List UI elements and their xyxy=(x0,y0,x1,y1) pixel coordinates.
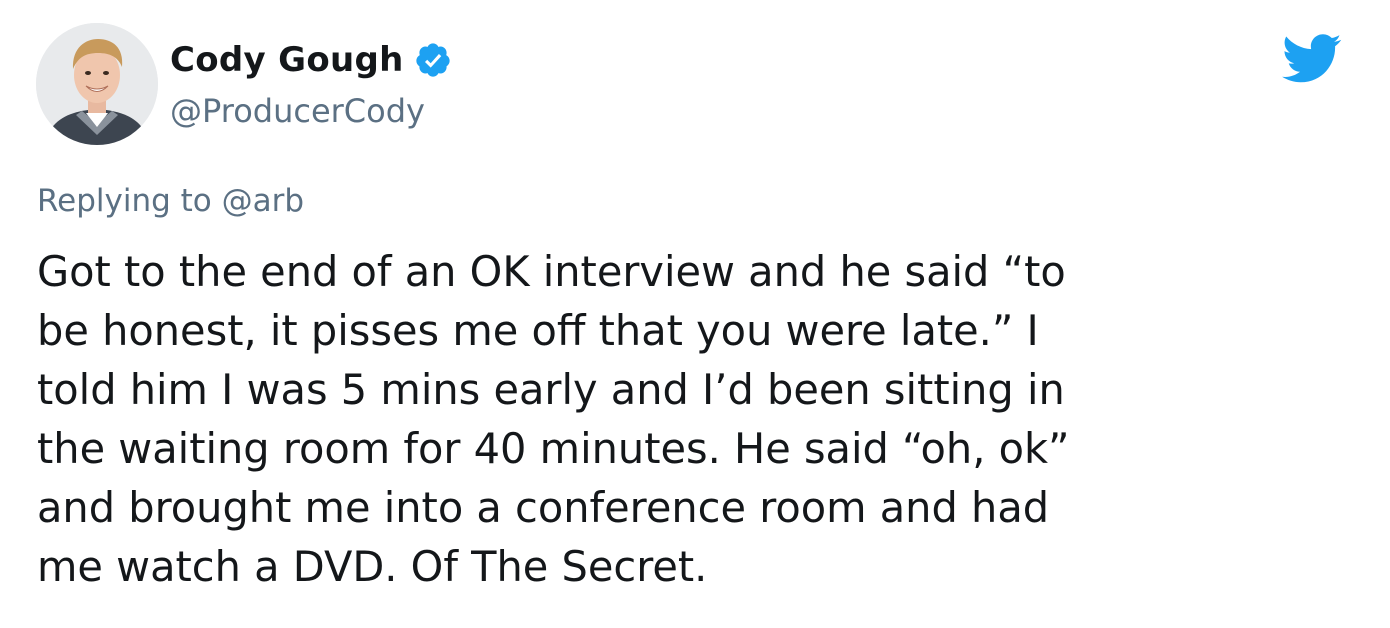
tweet-text-line: be honest, it pisses me off that you wer… xyxy=(37,306,1039,355)
twitter-bird-icon[interactable] xyxy=(1282,33,1342,85)
tweet-text-line: the waiting room for 40 minutes. He said… xyxy=(37,424,1070,473)
tweet-text-line: and brought me into a conference room an… xyxy=(37,483,1050,532)
replying-to-label: Replying to xyxy=(37,183,212,219)
verified-badge-icon xyxy=(414,41,452,79)
avatar-photo xyxy=(36,23,158,145)
user-handle[interactable]: @ProducerCody xyxy=(170,92,425,130)
tweet-text-line: me watch a DVD. Of The Secret. xyxy=(37,542,708,591)
tweet-text: Got to the end of an OK interview and he… xyxy=(37,242,1337,596)
reply-mention-link[interactable]: @arb xyxy=(222,183,304,219)
name-row: Cody Gough xyxy=(170,38,452,82)
tweet-card: Cody Gough @ProducerCody Replying to @ar… xyxy=(0,0,1390,628)
display-name[interactable]: Cody Gough xyxy=(170,40,404,80)
tweet-text-line: Got to the end of an OK interview and he… xyxy=(37,247,1066,296)
tweet-text-line: told him I was 5 mins early and I’d been… xyxy=(37,365,1065,414)
replying-to: Replying to @arb xyxy=(37,183,304,219)
avatar[interactable] xyxy=(36,23,158,145)
